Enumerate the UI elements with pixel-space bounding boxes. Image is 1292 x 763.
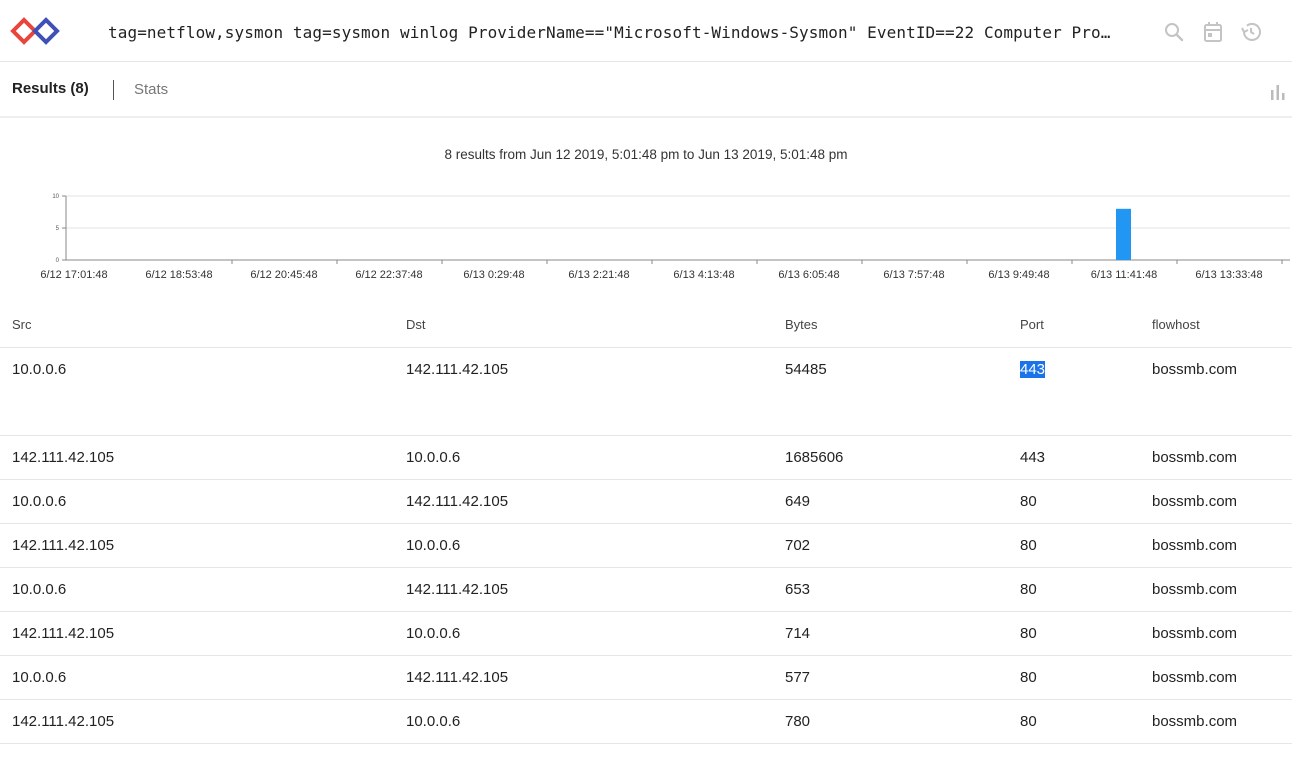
cell-dst: 10.0.0.6 bbox=[406, 449, 461, 466]
cell-port: 80 bbox=[1020, 713, 1037, 730]
column-header-flowhost[interactable]: flowhost bbox=[1152, 317, 1200, 332]
x-tick-label: 6/13 13:33:48 bbox=[1195, 269, 1262, 281]
cell-src: 142.111.42.105 bbox=[12, 537, 115, 554]
cell-src: 142.111.42.105 bbox=[12, 713, 115, 730]
cell-flowhost: bossmb.com bbox=[1152, 537, 1238, 554]
results-tab-bar: Results (8) Stats bbox=[0, 62, 1292, 118]
table-row[interactable]: 142.111.42.105 10.0.0.6 702 80 bossmb.co… bbox=[0, 524, 1292, 568]
x-tick-label: 6/13 6:05:48 bbox=[778, 269, 839, 281]
cell-dst: 142.111.42.105 bbox=[406, 669, 509, 686]
cell-src: 142.111.42.105 bbox=[12, 625, 115, 642]
cell-src: 10.0.0.6 bbox=[12, 669, 67, 686]
cell-flowhost: bossmb.com bbox=[1152, 581, 1238, 598]
y-tick-label: 10 bbox=[52, 194, 59, 200]
cell-dst: 10.0.0.6 bbox=[406, 625, 461, 642]
history-icon[interactable] bbox=[1238, 19, 1264, 45]
calendar-icon[interactable] bbox=[1200, 19, 1226, 45]
x-tick-label: 6/12 22:37:48 bbox=[355, 269, 422, 281]
cell-flowhost: bossmb.com bbox=[1152, 449, 1238, 466]
x-tick-label: 6/13 7:57:48 bbox=[883, 269, 944, 281]
x-tick-label: 6/12 17:01:48 bbox=[40, 269, 107, 281]
column-header-src[interactable]: Src bbox=[12, 317, 32, 332]
query-input[interactable]: tag=netflow,sysmon tag=sysmon winlog Pro… bbox=[108, 22, 1153, 44]
selected-text[interactable]: 443 bbox=[1020, 361, 1046, 378]
cell-port: 80 bbox=[1020, 581, 1037, 598]
cell-bytes: 54485 bbox=[785, 361, 827, 378]
x-tick-label: 6/13 9:49:48 bbox=[988, 269, 1049, 281]
timeline-chart: 8 results from Jun 12 2019, 5:01:48 pm t… bbox=[0, 120, 1292, 300]
tab-results[interactable]: Results (8) bbox=[12, 80, 89, 97]
table-row[interactable]: 142.111.42.105 10.0.0.6 1685606 443 boss… bbox=[0, 436, 1292, 480]
cell-src: 10.0.0.6 bbox=[12, 581, 67, 598]
x-tick-label: 6/13 11:41:48 bbox=[1091, 269, 1157, 281]
cell-src: 142.111.42.105 bbox=[12, 449, 115, 466]
chart-caption: 8 results from Jun 12 2019, 5:01:48 pm t… bbox=[444, 147, 848, 162]
x-tick-label: 6/13 0:29:48 bbox=[463, 269, 524, 281]
cell-port: 80 bbox=[1020, 669, 1037, 686]
cell-bytes: 714 bbox=[785, 625, 811, 642]
cell-bytes: 780 bbox=[785, 713, 811, 730]
table-row[interactable]: 142.111.42.105 10.0.0.6 714 80 bossmb.co… bbox=[0, 612, 1292, 656]
table-row[interactable]: 10.0.0.6 142.111.42.105 577 80 bossmb.co… bbox=[0, 656, 1292, 700]
cell-port: 80 bbox=[1020, 537, 1037, 554]
cell-port: 80 bbox=[1020, 493, 1037, 510]
cell-flowhost: bossmb.com bbox=[1152, 669, 1238, 686]
cell-bytes: 1685606 bbox=[785, 449, 844, 466]
cell-src: 10.0.0.6 bbox=[12, 493, 67, 510]
cell-dst: 10.0.0.6 bbox=[406, 537, 461, 554]
cell-flowhost: bossmb.com bbox=[1152, 713, 1238, 730]
cell-src: 10.0.0.6 bbox=[12, 361, 67, 378]
cell-bytes: 577 bbox=[785, 669, 811, 686]
search-icon[interactable] bbox=[1161, 19, 1187, 45]
column-header-dst[interactable]: Dst bbox=[406, 317, 426, 332]
cell-flowhost: bossmb.com bbox=[1152, 361, 1238, 378]
cell-flowhost: bossmb.com bbox=[1152, 493, 1238, 510]
column-header-port[interactable]: Port bbox=[1020, 317, 1044, 332]
tab-divider bbox=[113, 80, 114, 100]
timeline-chart-svg[interactable]: 0 5 10 6/12 17:01:48 6/12 18:53:48 6/12 20:45… bbox=[0, 180, 1292, 290]
cell-bytes: 653 bbox=[785, 581, 811, 598]
gravwell-logo-icon[interactable] bbox=[10, 16, 60, 46]
cell-bytes: 702 bbox=[785, 537, 811, 554]
table-row[interactable]: 10.0.0.6 142.111.42.105 54485 443 bossmb… bbox=[0, 348, 1292, 436]
column-header-bytes[interactable]: Bytes bbox=[785, 317, 818, 332]
cell-bytes: 649 bbox=[785, 493, 811, 510]
query-bar: tag=netflow,sysmon tag=sysmon winlog Pro… bbox=[0, 0, 1292, 62]
y-tick-label: 0 bbox=[56, 258, 60, 264]
table-row[interactable]: 10.0.0.6 142.111.42.105 649 80 bossmb.co… bbox=[0, 480, 1292, 524]
cell-port: 443 bbox=[1020, 449, 1046, 466]
cell-dst: 142.111.42.105 bbox=[406, 581, 509, 598]
chart-bar bbox=[1116, 208, 1131, 260]
cell-flowhost: bossmb.com bbox=[1152, 625, 1238, 642]
x-tick-label: 6/12 20:45:48 bbox=[250, 269, 317, 281]
cell-dst: 142.111.42.105 bbox=[406, 361, 509, 378]
table-row[interactable]: 142.111.42.105 10.0.0.6 780 80 bossmb.co… bbox=[0, 700, 1292, 744]
y-tick-label: 5 bbox=[56, 226, 60, 232]
cell-port: 80 bbox=[1020, 625, 1037, 642]
table-row[interactable]: 10.0.0.6 142.111.42.105 653 80 bossmb.co… bbox=[0, 568, 1292, 612]
table-header: Src Dst Bytes Port flowhost bbox=[0, 300, 1292, 348]
cell-dst: 10.0.0.6 bbox=[406, 713, 461, 730]
tab-stats[interactable]: Stats bbox=[134, 81, 168, 98]
results-table: Src Dst Bytes Port flowhost 10.0.0.6 142… bbox=[0, 300, 1292, 744]
x-tick-label: 6/12 18:53:48 bbox=[145, 269, 212, 281]
x-tick-label: 6/13 4:13:48 bbox=[673, 269, 734, 281]
x-tick-label: 6/13 2:21:48 bbox=[568, 269, 629, 281]
cell-dst: 142.111.42.105 bbox=[406, 493, 509, 510]
cell-port: 443 bbox=[1020, 361, 1046, 378]
bar-chart-icon[interactable] bbox=[1268, 82, 1288, 102]
